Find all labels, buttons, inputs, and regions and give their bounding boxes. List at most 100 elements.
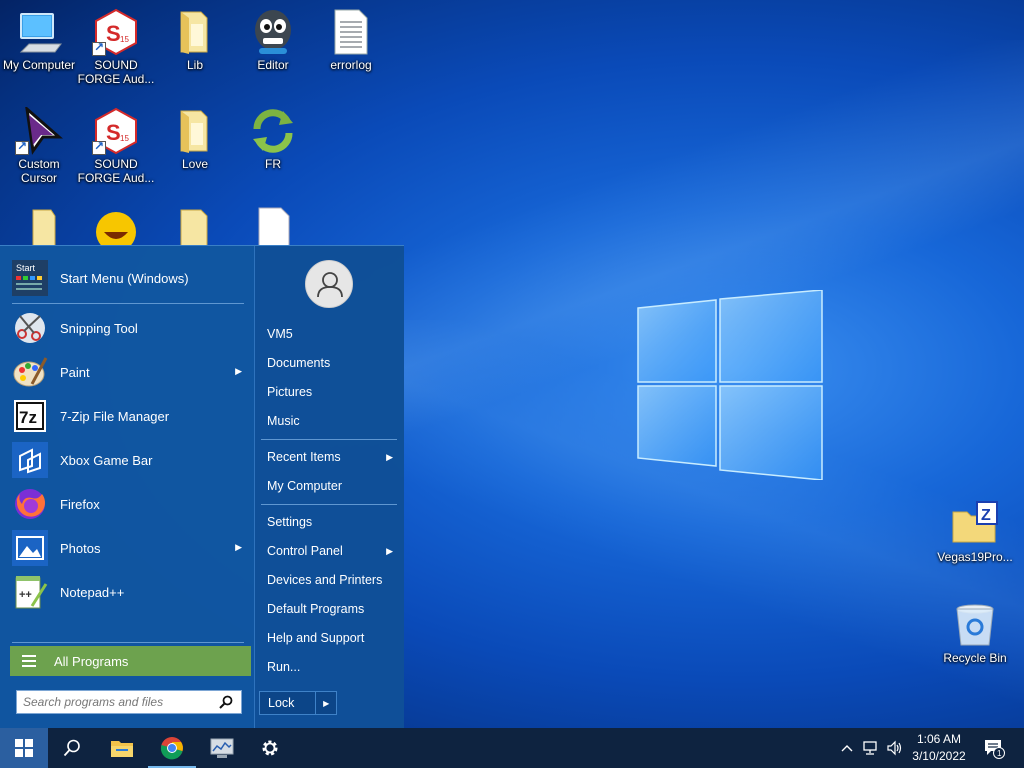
all-programs-button[interactable]: All Programs <box>10 646 251 676</box>
user-icon <box>317 272 343 298</box>
program-snipping-tool[interactable]: Snipping Tool <box>12 308 250 348</box>
places-item-settings[interactable]: Settings <box>267 510 397 534</box>
sound-forge-icon: S 15 <box>92 107 140 155</box>
list-icon <box>22 652 36 670</box>
places-item-music[interactable]: Music <box>267 409 397 433</box>
places-item-my-computer[interactable]: My Computer <box>267 474 397 498</box>
recycle-bin-icon <box>951 601 999 649</box>
places-item-pictures[interactable]: Pictures <box>267 380 397 404</box>
volume-icon[interactable] <box>884 728 906 768</box>
desktop-icon-sound-forge-2[interactable]: S 15 SOUND FORGE Aud... <box>77 107 155 185</box>
places-item-recent-items[interactable]: Recent Items ▶ <box>267 445 397 469</box>
separator <box>261 439 397 440</box>
notification-icon: 1 <box>985 740 1005 759</box>
desktop-icon-label: FR <box>265 157 281 171</box>
windows-logo-icon <box>15 739 33 757</box>
cursor-icon <box>15 105 63 155</box>
action-center-button[interactable]: 1 <box>978 728 1010 768</box>
lock-button[interactable]: Lock <box>260 692 317 714</box>
folder-icon <box>171 107 219 155</box>
shortcut-arrow-icon <box>15 139 29 155</box>
taskbar-clock[interactable]: 1:06 AM 3/10/2022 <box>906 731 972 765</box>
desktop-icon-love[interactable]: Love <box>156 107 234 171</box>
places-item-devices-and-printers[interactable]: Devices and Printers <box>267 568 397 592</box>
desktop-icon-recycle-bin[interactable]: Recycle Bin <box>936 601 1014 665</box>
start-menu-places-pane: VM5 Documents Pictures Music Recent Item… <box>254 246 404 729</box>
program-7-zip[interactable]: 7z 7-Zip File Manager <box>12 396 250 436</box>
desktop-icon-label: Custom Cursor <box>18 157 60 185</box>
program-label: Start Menu (Windows) <box>60 270 189 286</box>
windows-logo-wallpaper <box>637 290 823 480</box>
places-item-vm5[interactable]: VM5 <box>267 322 397 346</box>
desktop-icon-my-computer[interactable]: My Computer <box>0 8 78 72</box>
submenu-arrow-icon: ▶ <box>386 545 393 556</box>
desktop-icon-partial[interactable] <box>234 206 312 245</box>
svg-text:15: 15 <box>120 134 129 143</box>
desktop-icon-partial[interactable] <box>77 206 155 245</box>
folder-icon <box>15 206 63 245</box>
network-icon[interactable] <box>860 728 882 768</box>
search-icon[interactable] <box>213 691 239 713</box>
start-menu-app-icon: Start <box>12 260 48 296</box>
taskbar-chrome[interactable] <box>148 728 196 768</box>
program-photos[interactable]: Photos ▶ <box>12 528 250 568</box>
lock-options-arrow-icon[interactable]: ▶ <box>316 699 336 708</box>
submenu-arrow-icon: ▶ <box>235 542 242 552</box>
search-button[interactable] <box>48 728 96 768</box>
svg-text:S: S <box>106 120 121 145</box>
desktop-icon-label: Love <box>181 157 209 171</box>
xbox-game-bar-icon <box>12 442 48 478</box>
desktop-icon-fr[interactable]: FR <box>234 107 312 171</box>
taskbar-system-monitor[interactable] <box>198 728 246 768</box>
tray-overflow-chevron-icon[interactable] <box>838 728 856 768</box>
desktop-icon-editor[interactable]: Editor <box>234 8 312 72</box>
program-xbox-game-bar[interactable]: Xbox Game Bar <box>12 440 250 480</box>
start-button[interactable] <box>0 728 48 768</box>
desktop-icon-custom-cursor[interactable]: Custom Cursor <box>0 105 78 185</box>
program-label: Notepad++ <box>60 584 125 600</box>
svg-text:++: ++ <box>19 589 32 601</box>
places-item-control-panel[interactable]: Control Panel ▶ <box>267 539 397 563</box>
program-paint[interactable]: Paint ▶ <box>12 352 250 392</box>
desktop-icon-partial[interactable] <box>0 206 78 245</box>
taskbar-settings[interactable] <box>246 728 294 768</box>
places-item-documents[interactable]: Documents <box>267 351 397 375</box>
program-notepad-plus-plus[interactable]: ++ Notepad++ <box>12 572 250 612</box>
places-item-default-programs[interactable]: Default Programs <box>267 597 397 621</box>
notepad-plus-plus-icon: ++ <box>12 574 48 610</box>
desktop-icon-label: Lib <box>186 58 203 72</box>
desktop-icon-vegas19pro[interactable]: Z Vegas19Pro... <box>936 500 1014 564</box>
sound-forge-icon: S 15 <box>92 8 140 56</box>
blank-file-icon <box>249 206 297 245</box>
search-box <box>16 690 242 714</box>
seven-zip-icon: 7z <box>12 398 48 434</box>
program-start-menu-windows[interactable]: Start Start Menu (Windows) <box>12 258 250 298</box>
shortcut-arrow-icon <box>92 139 106 155</box>
zip-folder-icon: Z <box>951 500 999 548</box>
desktop-icon-label: SOUND FORGE Aud... <box>77 157 155 185</box>
svg-text:S: S <box>106 21 121 46</box>
desktop-icon-sound-forge-1[interactable]: S 15 SOUND FORGE Aud... <box>77 8 155 86</box>
desktop-icon-partial[interactable] <box>156 206 234 245</box>
search-icon <box>63 739 80 757</box>
shortcut-arrow-icon <box>92 40 106 56</box>
photos-icon <box>12 530 48 566</box>
separator <box>261 504 397 505</box>
sync-arrows-icon <box>249 107 297 155</box>
submenu-arrow-icon: ▶ <box>386 451 393 462</box>
svg-text:7z: 7z <box>19 408 37 427</box>
search-input[interactable] <box>17 692 213 712</box>
program-firefox[interactable]: Firefox <box>12 484 250 524</box>
svg-text:1: 1 <box>997 749 1002 758</box>
desktop-icon-errorlog[interactable]: errorlog <box>312 8 390 72</box>
user-avatar[interactable] <box>305 260 353 308</box>
all-programs-label: All Programs <box>54 653 129 669</box>
desktop-icon-lib[interactable]: Lib <box>156 8 234 72</box>
places-item-run[interactable]: Run... <box>267 655 397 679</box>
chrome-icon <box>160 737 183 760</box>
desktop-icon-label: Editor <box>257 58 289 72</box>
places-item-help-and-support[interactable]: Help and Support <box>267 626 397 650</box>
program-label: Xbox Game Bar <box>60 452 153 468</box>
start-menu: Start Start Menu (Windows) Snipping Tool… <box>0 245 404 729</box>
taskbar-file-explorer[interactable] <box>98 728 146 768</box>
